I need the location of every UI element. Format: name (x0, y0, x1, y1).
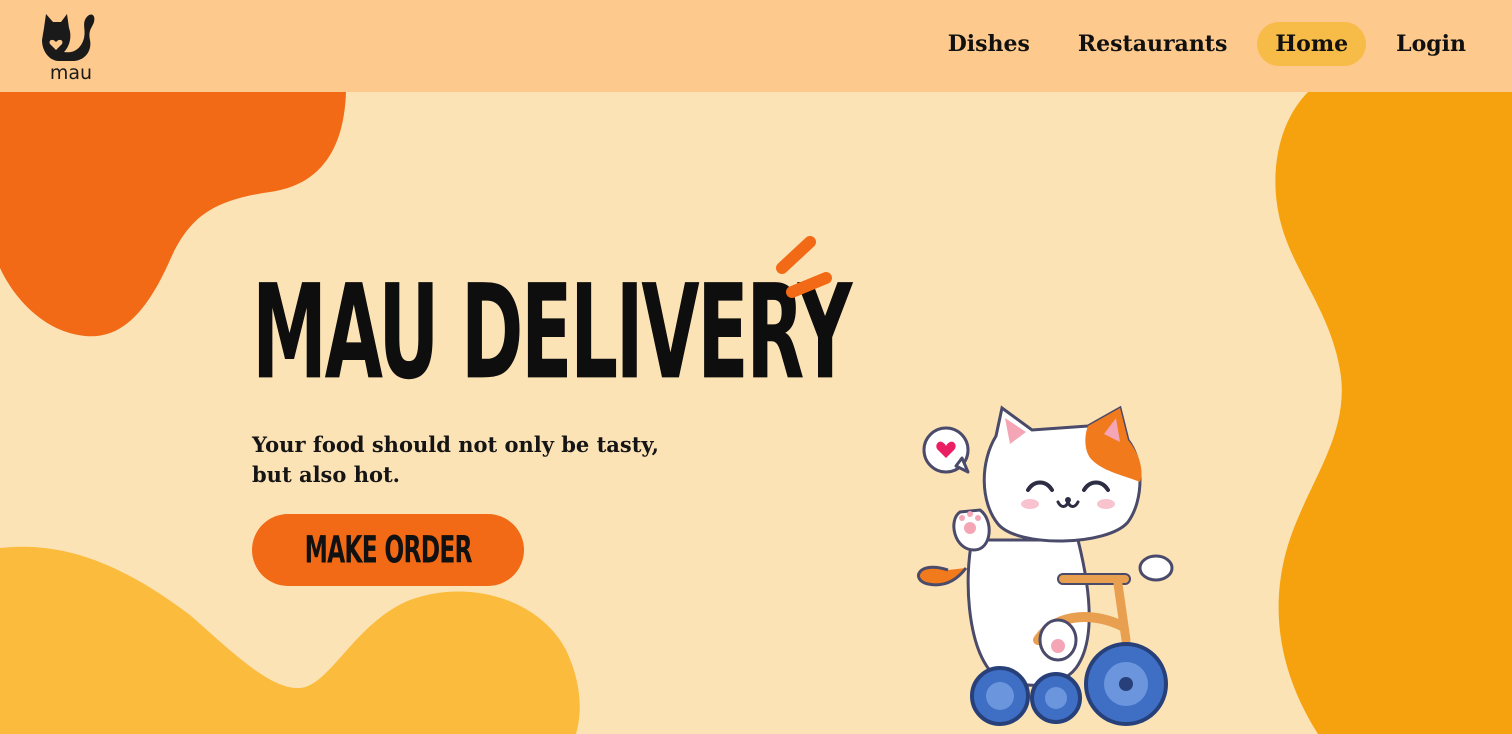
logo-text: mau (49, 62, 93, 84)
main-nav: Dishes Restaurants Home Login (930, 20, 1484, 68)
tagline-line-2: but also hot. (252, 462, 400, 487)
nav-home[interactable]: Home (1257, 22, 1367, 66)
nav-dishes[interactable]: Dishes (930, 22, 1048, 66)
nav-restaurants[interactable]: Restaurants (1060, 22, 1245, 66)
logo[interactable]: mau (36, 6, 100, 86)
cat-on-tricycle-illustration (917, 405, 1174, 726)
nav-login[interactable]: Login (1378, 22, 1484, 66)
cat-logo-icon (42, 14, 95, 61)
hero-tagline: Your food should not only be tasty, but … (252, 430, 692, 490)
accent-dash-icon (776, 236, 832, 298)
speech-bubble (922, 426, 970, 474)
tagline-line-1: Your food should not only be tasty, (252, 432, 659, 457)
hero-title: MAU DELIVERY (252, 267, 852, 398)
top-header: mau Dishes Restaurants Home Login (0, 0, 1512, 92)
hero-title-text: MAU DELIVERY (252, 256, 852, 409)
make-order-button[interactable]: MAKE ORDER (252, 514, 524, 586)
make-order-label: MAKE ORDER (304, 528, 472, 572)
amber-blob-right (1275, 92, 1512, 734)
